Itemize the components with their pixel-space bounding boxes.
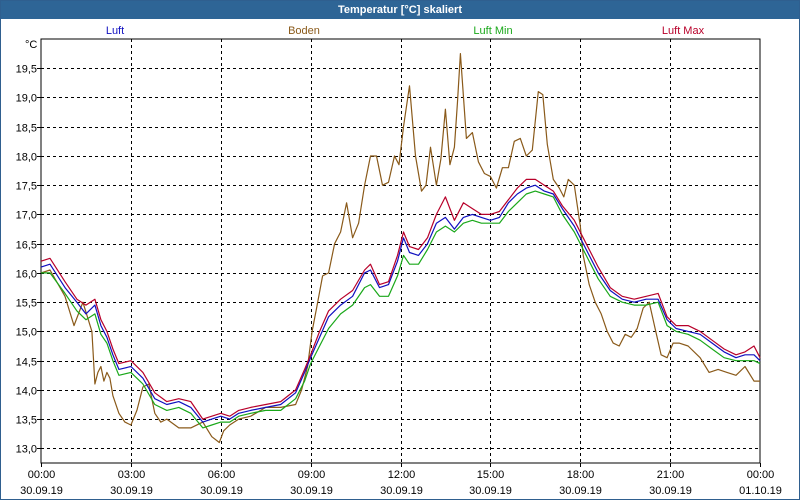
x-tick-label-time: 12:00	[388, 469, 416, 481]
y-tick-label: 13,5	[16, 415, 37, 427]
x-tick-label-date: 30.09.19	[20, 485, 63, 497]
y-tick-label: 18,0	[16, 152, 37, 164]
x-tick-label-time: 00:00	[28, 469, 56, 481]
x-tick-label-date: 30.09.19	[110, 485, 153, 497]
y-tick-label: 13,0	[16, 444, 37, 456]
x-tick-label-time: 03:00	[118, 469, 146, 481]
x-tick-label-time: 15:00	[477, 469, 505, 481]
x-tick-label-time: 18:00	[567, 469, 595, 481]
x-tick-label-time: 21:00	[657, 469, 685, 481]
chart-window: Temperatur [°C] skaliert Luft Boden Luft…	[0, 0, 800, 500]
x-tick-label-date: 30.09.19	[469, 485, 512, 497]
y-tick-label: 14,5	[16, 357, 37, 369]
x-tick-label-date: 30.09.19	[200, 485, 243, 497]
x-tick-label-time: 09:00	[298, 469, 326, 481]
y-tick-label: 17,0	[16, 210, 37, 222]
y-tick-label: 19,5	[16, 64, 37, 76]
y-tick-label: 15,5	[16, 298, 37, 310]
x-tick-label-date: 30.09.19	[559, 485, 602, 497]
y-tick-label: 16,5	[16, 240, 37, 252]
x-tick-label-date: 30.09.19	[649, 485, 692, 497]
y-tick-label: 17,5	[16, 181, 37, 193]
line-chart: 13,0 13,5 14,0 14,5 15,0 15,5 16,0 16,5 17,0 17,5…	[16, 38, 782, 497]
x-tick-label-date: 30.09.19	[380, 485, 423, 497]
x-tick-label-date: 01.10.19	[739, 485, 782, 497]
y-tick-label: 15,0	[16, 327, 37, 339]
x-tick-label-time: 00:00	[747, 469, 775, 481]
y-tick-label: 19,0	[16, 93, 37, 105]
y-tick-label: 14,0	[16, 386, 37, 398]
x-tick-label-date: 30.09.19	[290, 485, 333, 497]
y-tick-label: 18,5	[16, 123, 37, 135]
y-tick-label: 16,0	[16, 269, 37, 281]
x-tick-label-time: 06:00	[208, 469, 236, 481]
